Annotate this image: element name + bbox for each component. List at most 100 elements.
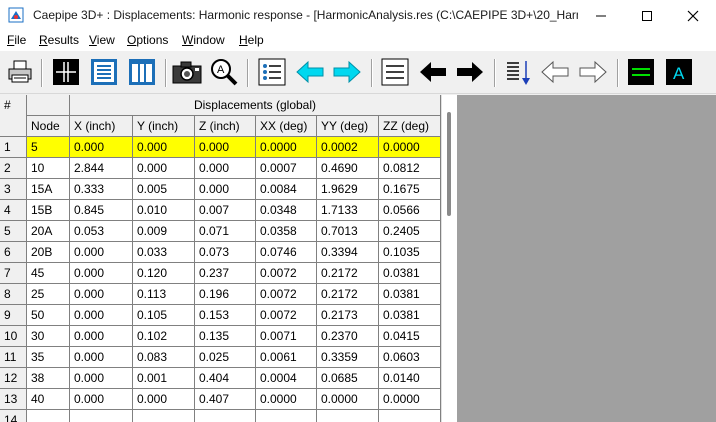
column-header[interactable]: Node — [27, 116, 70, 137]
table-cell[interactable]: 2.844 — [70, 158, 133, 179]
table-cell[interactable]: 0.0415 — [379, 326, 441, 347]
menu-file[interactable]: File — [7, 33, 26, 47]
vertical-scrollbar[interactable] — [441, 95, 458, 422]
table-cell[interactable]: 0.2405 — [379, 221, 441, 242]
table-cell[interactable]: 0.005 — [133, 179, 195, 200]
table-cell[interactable]: 0.000 — [70, 326, 133, 347]
table-cell[interactable]: 20B — [27, 242, 70, 263]
table-cell[interactable]: 10 — [27, 158, 70, 179]
table-cell[interactable] — [256, 410, 317, 422]
table-cell[interactable]: 0.000 — [70, 263, 133, 284]
table-cell[interactable]: 45 — [27, 263, 70, 284]
table-cell[interactable]: 15A — [27, 179, 70, 200]
table-cell[interactable] — [70, 410, 133, 422]
table-cell[interactable]: 0.1035 — [379, 242, 441, 263]
table-cell[interactable]: 0.105 — [133, 305, 195, 326]
table-cell[interactable]: 0.0061 — [256, 347, 317, 368]
table-cell[interactable]: 0.153 — [195, 305, 256, 326]
sort-button[interactable] — [503, 57, 533, 87]
displacement-table[interactable]: # Displacements (global) Node X (inch) Y (in… — [0, 95, 441, 422]
table-cell[interactable]: 0.0566 — [379, 200, 441, 221]
table-cell[interactable]: 0.000 — [70, 368, 133, 389]
table-cell[interactable]: 0.0002 — [317, 137, 379, 158]
table-cell[interactable]: 1.7133 — [317, 200, 379, 221]
table-cell[interactable]: 0.0072 — [256, 263, 317, 284]
table-cell[interactable]: 0.0812 — [379, 158, 441, 179]
menu-options[interactable]: Options — [127, 33, 168, 47]
table-cell[interactable]: 0.0000 — [379, 137, 441, 158]
minimize-button[interactable] — [578, 0, 624, 31]
table-cell[interactable]: 0.000 — [195, 179, 256, 200]
bullet-list-button[interactable] — [257, 57, 287, 87]
table-cell[interactable]: 0.0140 — [379, 368, 441, 389]
table-cell[interactable]: 0.4690 — [317, 158, 379, 179]
crosshair-button[interactable] — [51, 57, 81, 87]
table-cell[interactable]: 0.404 — [195, 368, 256, 389]
print-button[interactable] — [5, 57, 35, 87]
table-cell[interactable]: 0.000 — [195, 158, 256, 179]
table-cell[interactable]: 20A — [27, 221, 70, 242]
table-cell[interactable]: 0.0000 — [256, 389, 317, 410]
next-outline-button[interactable] — [578, 57, 608, 87]
table-cell[interactable]: 0.033 — [133, 242, 195, 263]
table-cell[interactable]: 0.2172 — [317, 284, 379, 305]
table-cell[interactable] — [379, 410, 441, 422]
prev-cyan-button[interactable] — [295, 57, 325, 87]
table-cell[interactable]: 0.196 — [195, 284, 256, 305]
table-cell[interactable]: 0.0381 — [379, 284, 441, 305]
table-cell[interactable]: 0.000 — [70, 389, 133, 410]
table-cell[interactable]: 0.7013 — [317, 221, 379, 242]
table-cell[interactable]: 0.0072 — [256, 305, 317, 326]
table-cell[interactable]: 0.0000 — [379, 389, 441, 410]
list-view-button[interactable] — [89, 57, 119, 87]
table-cell[interactable]: 0.113 — [133, 284, 195, 305]
table-cell[interactable]: 0.010 — [133, 200, 195, 221]
table-cell[interactable]: 0.2173 — [317, 305, 379, 326]
column-header[interactable]: XX (deg) — [256, 116, 317, 137]
column-header[interactable]: YY (deg) — [317, 116, 379, 137]
table-cell[interactable]: 0.0746 — [256, 242, 317, 263]
table-cell[interactable]: 0.000 — [70, 242, 133, 263]
font-button[interactable]: A — [664, 57, 694, 87]
table-cell[interactable]: 0.000 — [70, 347, 133, 368]
table-cell[interactable]: 0.2172 — [317, 263, 379, 284]
table-cell[interactable]: 5 — [27, 137, 70, 158]
table-cell[interactable]: 25 — [27, 284, 70, 305]
table-cell[interactable]: 0.0084 — [256, 179, 317, 200]
table-cell[interactable]: 0.0000 — [317, 389, 379, 410]
table-cell[interactable]: 0.025 — [195, 347, 256, 368]
table-cell[interactable]: 0.3394 — [317, 242, 379, 263]
color-lines-button[interactable] — [626, 57, 656, 87]
text-lines-button[interactable] — [380, 57, 410, 87]
next-black-button[interactable] — [455, 57, 485, 87]
table-cell[interactable]: 0.120 — [133, 263, 195, 284]
table-cell[interactable]: 38 — [27, 368, 70, 389]
table-cell[interactable]: 0.053 — [70, 221, 133, 242]
table-cell[interactable]: 0.000 — [195, 137, 256, 158]
table-cell[interactable]: 0.0358 — [256, 221, 317, 242]
table-cell[interactable]: 0.083 — [133, 347, 195, 368]
scrollbar-thumb[interactable] — [447, 112, 451, 216]
table-cell[interactable]: 0.0000 — [256, 137, 317, 158]
menu-view[interactable]: View — [89, 33, 115, 47]
table-cell[interactable]: 50 — [27, 305, 70, 326]
table-cell[interactable]: 35 — [27, 347, 70, 368]
table-cell[interactable]: 0.009 — [133, 221, 195, 242]
column-header[interactable]: X (inch) — [70, 116, 133, 137]
menu-window[interactable]: Window — [182, 33, 225, 47]
table-cell[interactable]: 0.000 — [133, 137, 195, 158]
table-cell[interactable]: 0.135 — [195, 326, 256, 347]
table-cell[interactable]: 0.073 — [195, 242, 256, 263]
menu-help[interactable]: Help — [239, 33, 264, 47]
table-cell[interactable]: 40 — [27, 389, 70, 410]
table-cell[interactable]: 0.3359 — [317, 347, 379, 368]
maximize-button[interactable] — [624, 0, 670, 31]
table-cell[interactable]: 0.0004 — [256, 368, 317, 389]
table-cell[interactable]: 0.071 — [195, 221, 256, 242]
table-cell[interactable]: 0.0685 — [317, 368, 379, 389]
table-cell[interactable]: 0.237 — [195, 263, 256, 284]
column-header[interactable]: Y (inch) — [133, 116, 195, 137]
table-cell[interactable]: 30 — [27, 326, 70, 347]
next-cyan-button[interactable] — [332, 57, 362, 87]
column-header[interactable]: ZZ (deg) — [379, 116, 441, 137]
